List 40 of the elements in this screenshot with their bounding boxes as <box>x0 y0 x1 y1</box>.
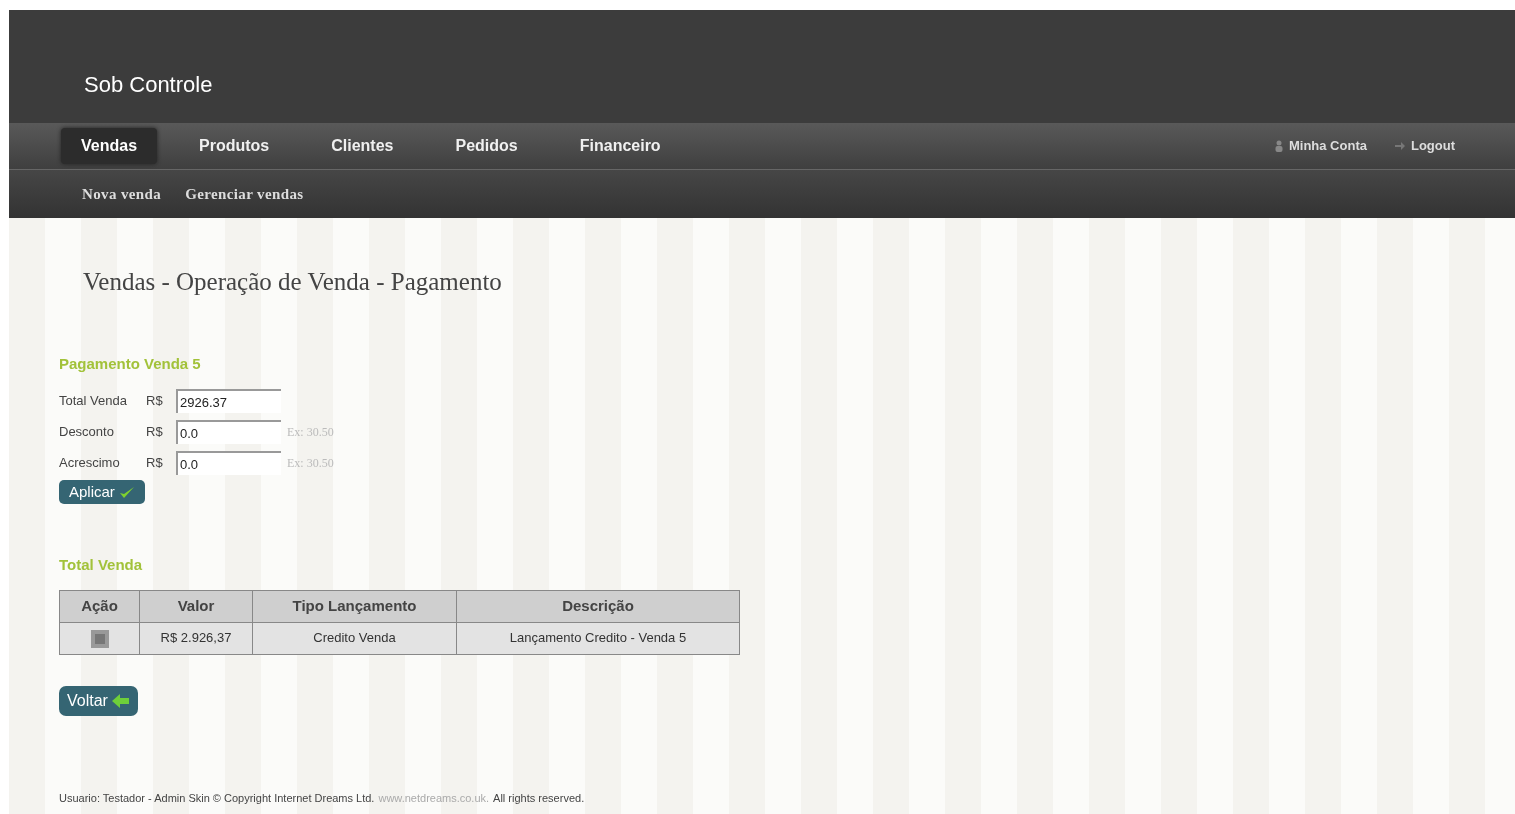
hint-text: Ex: 30.50 <box>287 455 334 472</box>
section-heading: Total Venda <box>59 555 143 575</box>
footer-text: Usuario: Testador - Admin Skin © Copyright Internet Dreams Ltd. <box>59 790 375 806</box>
input-field[interactable]: 2926.37 <box>176 389 281 413</box>
table-cell: R$ 2.926,37 <box>139 622 253 654</box>
apply-button[interactable]: Aplicar <box>59 480 145 504</box>
column-header: Descrição <box>456 590 740 622</box>
hint-text: Ex: 30.50 <box>287 424 334 441</box>
nav-tab[interactable]: Vendas <box>61 128 158 164</box>
back-button[interactable]: Voltar <box>59 685 138 716</box>
currency-label: R$ <box>146 423 164 442</box>
back-arrow-icon <box>111 692 130 709</box>
column-header: Tipo Lançamento <box>252 590 457 622</box>
currency-label: R$ <box>146 454 164 473</box>
subnav-link[interactable]: Gerenciar vendas <box>185 182 304 206</box>
nav-tab[interactable]: Produtos <box>179 128 290 164</box>
trash-icon[interactable] <box>90 629 109 648</box>
table-cell: Credito Venda <box>252 622 457 654</box>
nav-tab[interactable]: Clientes <box>311 128 414 164</box>
field-label: Acrescimo <box>59 454 121 473</box>
nav-tab[interactable]: Financeiro <box>559 128 681 164</box>
field-label: Desconto <box>59 423 115 442</box>
site-title: Sob Controle <box>84 71 213 99</box>
account-link[interactable]: Logout <box>1394 136 1455 156</box>
account-link[interactable]: Minha Conta <box>1274 136 1367 156</box>
checkmark-icon <box>118 485 135 499</box>
column-header: Ação <box>59 590 140 622</box>
user-icon <box>1274 140 1283 152</box>
page-title: Vendas - Operação de Venda - Pagamento <box>83 267 502 297</box>
field-label: Total Venda <box>59 392 128 411</box>
input-field[interactable]: 0.0 <box>176 420 281 444</box>
subnav-link[interactable]: Nova venda <box>82 182 162 206</box>
column-header: Valor <box>139 590 253 622</box>
input-field[interactable]: 0.0 <box>176 451 281 475</box>
table-cell: Lançamento Credito - Venda 5 <box>456 622 740 654</box>
currency-label: R$ <box>146 392 164 411</box>
nav-tab[interactable]: Pedidos <box>435 128 538 164</box>
section-heading: Pagamento Venda 5 <box>59 353 201 374</box>
footer-text: All rights reserved. <box>493 790 585 806</box>
arrow-icon <box>1394 142 1405 150</box>
